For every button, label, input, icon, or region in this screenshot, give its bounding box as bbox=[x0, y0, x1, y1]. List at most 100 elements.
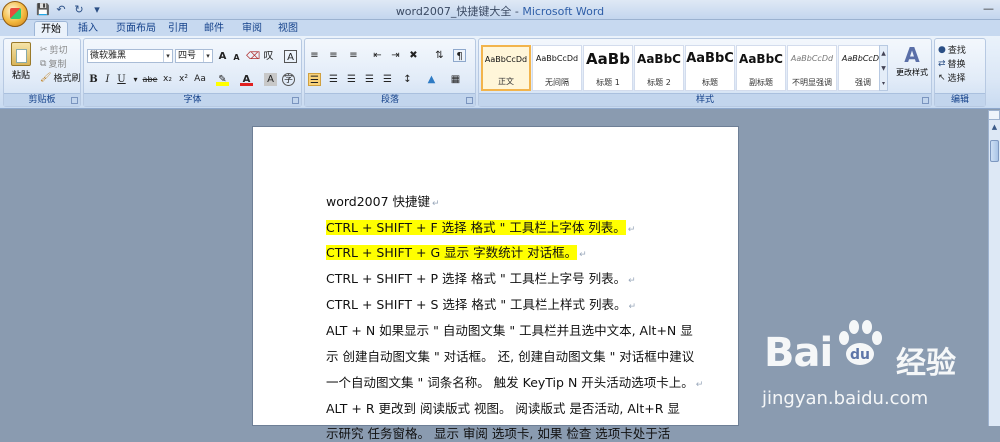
paragraph-mark-icon: ↵ bbox=[579, 250, 587, 260]
paragraph-group: ≡ ≡ ≡ ⇤ ⇥ ✖ ⇅ ¶ ☰ ☰ ☰ ☰ ☰ ↕ ▲ ▦ 段落 bbox=[304, 38, 476, 107]
shading-icon[interactable]: ▲ bbox=[425, 73, 438, 86]
font-name-combo[interactable]: 微软雅黑 ▾ bbox=[87, 49, 173, 63]
replace-icon: ⇄ bbox=[938, 58, 946, 69]
underline-button[interactable]: U bbox=[115, 73, 128, 86]
italic-button[interactable]: I bbox=[101, 73, 114, 86]
increase-indent-icon[interactable]: ⇥ bbox=[389, 49, 402, 62]
bold-button[interactable]: B bbox=[87, 73, 100, 86]
grow-font-button[interactable]: A bbox=[216, 50, 229, 63]
chevron-down-icon[interactable]: ▾ bbox=[203, 50, 212, 62]
doc-line: CTRL + SHIFT + G 显示 字数统计 对话框。 ↵ bbox=[326, 245, 587, 260]
doc-line: CTRL + SHIFT + S 选择 格式 " 工具栏上样式 列表。 ↵ bbox=[326, 297, 637, 312]
decrease-indent-icon[interactable]: ⇤ bbox=[371, 49, 384, 62]
dialog-launcher-icon[interactable] bbox=[292, 97, 299, 104]
window-controls: — bbox=[983, 2, 994, 15]
strikethrough-button[interactable]: abe bbox=[141, 73, 159, 86]
tab-mailings[interactable]: 邮件 bbox=[198, 21, 230, 37]
highlighter-icon: ✎ bbox=[218, 74, 227, 85]
style-heading-1[interactable]: AaBb 标题 1 bbox=[583, 45, 633, 91]
office-button[interactable] bbox=[2, 1, 28, 27]
change-case-button[interactable]: Aa bbox=[192, 73, 208, 86]
numbering-icon[interactable]: ≡ bbox=[327, 49, 340, 62]
group-label: 样式 bbox=[479, 93, 931, 106]
paragraph-mark-icon: ↵ bbox=[628, 276, 636, 286]
shrink-font-button[interactable]: A bbox=[230, 51, 243, 64]
superscript-button[interactable]: x² bbox=[177, 73, 190, 86]
cut-button[interactable]: ✂ 剪切 bbox=[40, 43, 68, 57]
justify-icon[interactable]: ☰ bbox=[363, 73, 376, 86]
font-color-button[interactable]: A bbox=[240, 73, 253, 86]
subscript-button[interactable]: x₂ bbox=[161, 73, 174, 86]
highlight-color-button[interactable]: ✎ bbox=[216, 73, 229, 86]
chinese-layout-icon[interactable]: ✖ bbox=[407, 49, 420, 62]
show-marks-icon[interactable]: ¶ bbox=[453, 49, 466, 62]
tab-review[interactable]: 审阅 bbox=[236, 21, 268, 37]
group-label: 字体 bbox=[84, 93, 301, 106]
doc-line: 一个自动图文集 " 词条名称。 触发 KeyTip N 开头活动选项卡上。 ↵ bbox=[326, 375, 704, 390]
watermark-brand-tail: 经验 bbox=[896, 346, 956, 381]
title-bar: 💾 ↶ ↻ ▾ word2007_快捷键大全 - Microsoft Word … bbox=[0, 0, 1000, 20]
clear-format-button[interactable]: ⌫ bbox=[246, 50, 260, 63]
doc-line: word2007 快捷键 ↵ bbox=[326, 194, 440, 209]
style-heading-2[interactable]: AaBbC 标题 2 bbox=[634, 45, 684, 91]
phonetic-icon: 叹 bbox=[263, 51, 274, 62]
chevron-down-icon[interactable]: ▾ bbox=[163, 50, 172, 62]
enclose-char-button[interactable]: 字 bbox=[282, 73, 295, 86]
style-no-spacing[interactable]: AaBbCcDd 无间隔 bbox=[532, 45, 582, 91]
align-center-icon[interactable]: ☰ bbox=[327, 73, 340, 86]
document-page[interactable]: word2007 快捷键 ↵ CTRL + SHIFT + F 选择 格式 " 工… bbox=[252, 126, 739, 441]
doc-line: CTRL + SHIFT + F 选择 格式 " 工具栏上字体 列表。 ↵ bbox=[326, 220, 636, 235]
watermark-url: jingyan.baidu.com bbox=[762, 388, 929, 409]
font-size-combo[interactable]: 四号 ▾ bbox=[175, 49, 213, 63]
styles-scroll[interactable]: ▲ ▼ ▾ bbox=[879, 45, 888, 91]
style-subtitle[interactable]: AaBbC 副标题 bbox=[736, 45, 786, 91]
tab-home[interactable]: 开始 bbox=[34, 21, 68, 37]
replace-button[interactable]: ⇄ 替换 bbox=[938, 57, 966, 71]
multilevel-list-icon[interactable]: ≡ bbox=[347, 49, 360, 62]
style-subtle-emphasis[interactable]: AaBbCcDd 不明显强调 bbox=[787, 45, 837, 91]
tab-view[interactable]: 视图 bbox=[272, 21, 304, 37]
align-left-icon[interactable]: ☰ bbox=[308, 73, 321, 86]
enclose-icon: 字 bbox=[283, 75, 293, 85]
minimize-icon[interactable]: — bbox=[983, 2, 994, 15]
distributed-icon[interactable]: ☰ bbox=[381, 73, 394, 86]
copy-button[interactable]: ⧉ 复制 bbox=[40, 57, 66, 71]
tab-page-layout[interactable]: 页面布局 bbox=[110, 21, 162, 37]
window-title: word2007_快捷键大全 - Microsoft Word bbox=[395, 5, 605, 18]
style-title[interactable]: AaBbC 标题 bbox=[685, 45, 735, 91]
borders-icon[interactable]: ▦ bbox=[449, 73, 462, 86]
paste-icon bbox=[11, 42, 31, 66]
bullets-icon[interactable]: ≡ bbox=[308, 49, 321, 62]
svg-text:du: du bbox=[850, 347, 870, 363]
ruler-toggle-button[interactable] bbox=[988, 110, 1000, 120]
clipboard-group: 粘贴 ✂ 剪切 ⧉ 复制 🖌 格式刷 剪贴板 bbox=[3, 38, 81, 107]
scroll-up-icon[interactable]: ▲ bbox=[990, 122, 999, 132]
select-button[interactable]: ↖ 选择 bbox=[938, 71, 966, 85]
app-name: Microsoft Word bbox=[522, 5, 605, 18]
find-button[interactable]: ● 查找 bbox=[938, 43, 966, 57]
tab-insert[interactable]: 插入 bbox=[72, 21, 104, 37]
char-border-button[interactable]: A bbox=[284, 50, 297, 63]
change-styles-button[interactable]: A 更改样式 bbox=[892, 43, 932, 91]
phonetic-guide-button[interactable]: 叹 bbox=[262, 50, 275, 63]
line-spacing-icon[interactable]: ↕ bbox=[401, 73, 414, 86]
align-right-icon[interactable]: ☰ bbox=[345, 73, 358, 86]
char-shading-button[interactable]: A bbox=[264, 73, 277, 86]
dialog-launcher-icon[interactable] bbox=[922, 97, 929, 104]
doc-line: CTRL + SHIFT + P 选择 格式 " 工具栏上字号 列表。 ↵ bbox=[326, 271, 636, 286]
sort-icon[interactable]: ⇅ bbox=[433, 49, 446, 62]
dialog-launcher-icon[interactable] bbox=[71, 97, 78, 104]
tab-references[interactable]: 引用 bbox=[162, 21, 194, 37]
scroll-thumb[interactable] bbox=[990, 140, 999, 162]
dialog-launcher-icon[interactable] bbox=[466, 97, 473, 104]
brush-icon: 🖌 bbox=[40, 72, 52, 83]
paste-button[interactable]: 粘贴 bbox=[8, 42, 34, 82]
style-normal[interactable]: AaBbCcDd 正文 bbox=[481, 45, 531, 91]
format-painter-button[interactable]: 🖌 格式刷 bbox=[40, 71, 80, 85]
ribbon-tabs: 开始 插入 页面布局 引用 邮件 审阅 视图 bbox=[0, 20, 1000, 37]
paragraph-mark-icon: ↵ bbox=[695, 380, 704, 390]
group-label: 编辑 bbox=[935, 93, 985, 106]
document-name: word2007_快捷键大全 bbox=[395, 5, 512, 18]
change-styles-icon: A bbox=[904, 43, 920, 67]
doc-line: ALT + R 更改到 阅读版式 视图。 阅读版式 是否活动, Alt+R 显 bbox=[326, 401, 680, 416]
